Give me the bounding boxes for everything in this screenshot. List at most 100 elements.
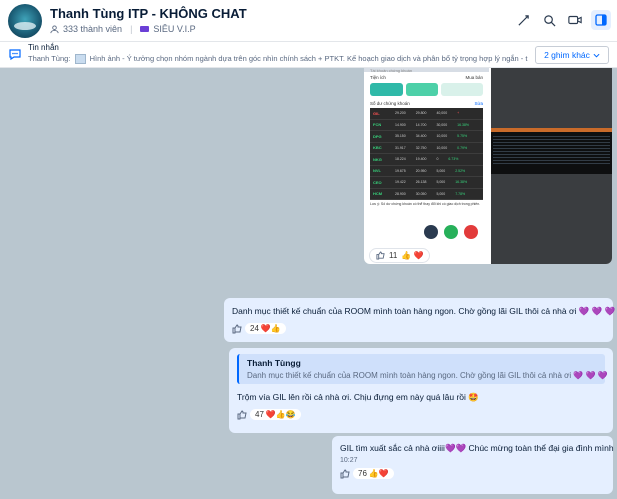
- phone-stock-pct: 16.38%: [457, 122, 470, 127]
- phone-stock-qty: 5,000: [436, 191, 446, 196]
- reply-message-bubble[interactable]: Thanh Tùngg Danh mục thiết kế chuẩn của …: [229, 348, 613, 433]
- phone-stock-symbol: KBC: [373, 145, 382, 151]
- reaction-summary[interactable]: 47 ❤️👍😂: [250, 409, 301, 420]
- reaction-bar[interactable]: 24 ❤️👍: [232, 323, 605, 334]
- phone-stock-qty: 5,000: [436, 168, 446, 173]
- search-icon: [543, 14, 555, 26]
- phone-card-2: [405, 83, 439, 96]
- phone-stock-qty: 0: [436, 157, 439, 162]
- pinned-title: Tin nhắn: [28, 43, 59, 52]
- phone-stock-pct: 7.78%: [455, 191, 466, 196]
- phone-stock-col2: 34.400: [415, 134, 427, 139]
- phone-stock-row: GIL 29.200 29.800 40,000 +: [370, 108, 483, 120]
- image-reactions[interactable]: 11 👍 ❤️: [369, 248, 431, 263]
- phone-stock-qty: 5,000: [436, 180, 446, 185]
- message-text: Trộm vía GIL lên rồi cả nhà ơi. Chịu đựn…: [237, 392, 479, 402]
- phone-stock-col1: 35.150: [395, 134, 406, 139]
- image-reaction-count: 11: [389, 251, 398, 260]
- pinned-chat-icon: [9, 49, 21, 61]
- sidebar-toggle-button[interactable]: [591, 10, 611, 30]
- phone-chart-fab: [424, 225, 438, 239]
- member-count[interactable]: 333 thành viên: [63, 24, 122, 34]
- pinned-message-bar[interactable]: Tin nhắn Thanh Tùng: Hình ảnh - Ý tưởng …: [0, 42, 617, 68]
- search-button[interactable]: [539, 10, 559, 30]
- like-outline-icon[interactable]: [340, 468, 350, 479]
- phone-sell-fab: [464, 225, 478, 239]
- phone-stock-pct: +: [457, 111, 460, 116]
- add-member-button[interactable]: [513, 10, 533, 30]
- phone-tab-left: Tiện ích: [370, 75, 386, 80]
- phone-stock-col1: 19.422: [395, 180, 406, 185]
- reaction-count: 76: [358, 469, 367, 478]
- phone-section-header: Số dư chứng khoán Sửa: [364, 99, 489, 108]
- phone-tab-right: Mua bán: [465, 75, 483, 80]
- pinned-sender: Thanh Tùng:: [28, 54, 71, 63]
- phone-stock-col1: 19.675: [395, 168, 406, 173]
- message-bubble[interactable]: GIL tìm xuất sắc cả nhà ơiiii💜💜 Chúc mừn…: [332, 436, 614, 494]
- phone-stock-symbol: CEO: [373, 179, 382, 185]
- message-bubble[interactable]: Danh mục thiết kế chuẩn của ROOM mình to…: [224, 298, 615, 342]
- phone-stock-col2: 26.138: [415, 180, 427, 185]
- phone-stock-col2: 30.050: [415, 191, 427, 196]
- more-pins-label: 2 ghim khác: [544, 50, 590, 60]
- phone-stock-pct: 0.79%: [457, 145, 468, 150]
- reaction-icons: 👍❤️: [368, 469, 389, 478]
- video-call-button[interactable]: [565, 10, 585, 30]
- phone-stock-row: KBC 31.917 32.750 10,000 0.79%: [370, 143, 483, 154]
- phone-section-action: Sửa: [474, 101, 483, 106]
- header-actions: [513, 10, 611, 30]
- group-meta: 333 thành viên | SIÊU V.I.P: [50, 24, 196, 34]
- reaction-icons: ❤️👍: [260, 324, 281, 333]
- screenshot-phone-portfolio[interactable]: Tài khoản chứng khoán Tiện ích Mua bán S…: [364, 68, 489, 246]
- video-camera-icon: [568, 15, 582, 25]
- group-avatar[interactable]: [8, 4, 42, 38]
- screenshot-trading-terminal[interactable]: [491, 68, 612, 264]
- phone-stock-col1: 31.917: [395, 145, 406, 150]
- phone-stock-col2: 32.750: [415, 145, 427, 150]
- phone-stock-row: NVL 19.675 20.950 5,000 2.52%: [370, 166, 483, 177]
- phone-stock-col2: 19.400: [415, 157, 427, 162]
- phone-tab-row: Tiện ích Mua bán: [364, 72, 489, 80]
- phone-stock-pct: 5.75%: [457, 134, 468, 139]
- phone-stock-qty: 40,000: [436, 111, 448, 116]
- phone-stock-symbol: GIL: [373, 110, 380, 116]
- chat-header: Thanh Tùng ITP - KHÔNG CHAT 333 thành vi…: [0, 0, 617, 42]
- quoted-message[interactable]: Thanh Tùngg Danh mục thiết kế chuẩn của …: [237, 354, 608, 384]
- phone-stock-symbol: DPG: [373, 133, 382, 139]
- phone-stock-row: CEO 19.422 26.138 5,000 16.38%: [370, 177, 483, 189]
- phone-stock-row: HCM 28.900 30.050 5,000 7.78%: [370, 189, 483, 200]
- phone-stock-row: DPG 35.150 34.400 10,000 5.75%: [370, 131, 483, 143]
- phone-section-title: Số dư chứng khoán: [370, 101, 410, 106]
- phone-stock-symbol: FCN: [373, 122, 382, 128]
- like-outline-icon[interactable]: [237, 409, 247, 420]
- reaction-summary[interactable]: 24 ❤️👍: [245, 323, 286, 334]
- reaction-summary[interactable]: 76 👍❤️: [353, 468, 394, 479]
- message-text: GIL tìm xuất sắc cả nhà ơiiii💜💜 Chúc mừn…: [340, 443, 614, 453]
- reaction-bar[interactable]: 76 👍❤️: [340, 468, 605, 479]
- phone-stock-symbol: HCM: [373, 191, 383, 197]
- quoted-text: Danh mục thiết kế chuẩn của ROOM mình to…: [247, 371, 608, 380]
- group-title[interactable]: Thanh Tùng ITP - KHÔNG CHAT: [50, 6, 247, 21]
- terminal-data-rows: [493, 134, 610, 164]
- phone-stock-col2: 14.700: [415, 122, 427, 127]
- phone-stock-pct: 2.52%: [455, 168, 466, 173]
- phone-stock-pct: 16.38%: [455, 180, 468, 185]
- reaction-count: 47: [255, 410, 264, 419]
- phone-stock-col1: 18.224: [395, 157, 406, 162]
- pinned-text: Hình ảnh - Ý tưởng chọn nhóm ngành dựa t…: [89, 54, 528, 63]
- phone-stock-qty: 10,000: [436, 134, 448, 139]
- add-member-icon: [517, 14, 529, 26]
- phone-stock-col2: 29.800: [415, 111, 427, 116]
- phone-stock-symbol: NVL: [373, 168, 381, 174]
- group-tag[interactable]: SIÊU V.I.P: [153, 24, 195, 34]
- reaction-icons: ❤️👍😂: [265, 410, 296, 419]
- reaction-count: 24: [250, 324, 259, 333]
- like-outline-icon: [376, 251, 385, 260]
- terminal-title-strip: [491, 128, 612, 132]
- image-message[interactable]: Tài khoản chứng khoán Tiện ích Mua bán S…: [364, 68, 612, 264]
- image-reaction-icons: 👍 ❤️: [401, 251, 424, 260]
- like-outline-icon[interactable]: [232, 323, 242, 334]
- meta-separator: |: [130, 24, 133, 34]
- more-pins-button[interactable]: 2 ghim khác: [535, 46, 609, 64]
- reaction-bar[interactable]: 47 ❤️👍😂: [237, 409, 605, 420]
